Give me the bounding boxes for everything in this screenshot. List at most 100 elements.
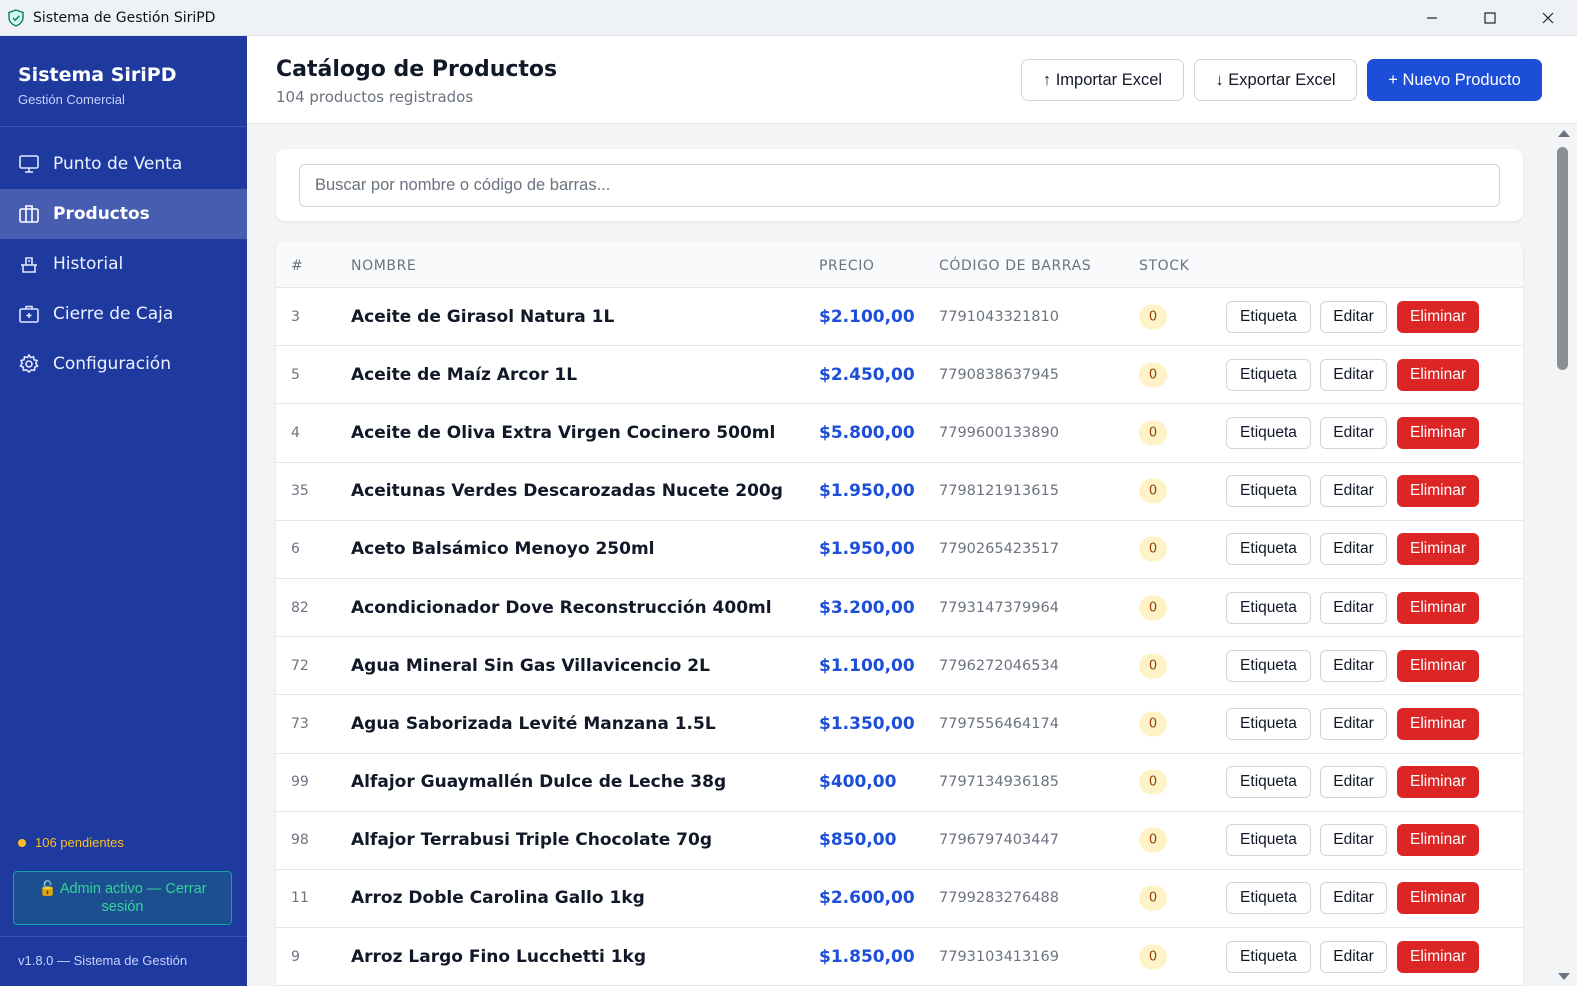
row-barcode: 7790265423517: [939, 541, 1059, 558]
label-button[interactable]: Etiqueta: [1226, 475, 1311, 508]
label-button[interactable]: Etiqueta: [1226, 707, 1311, 740]
scroll-up-icon[interactable]: [1558, 130, 1570, 137]
delete-button[interactable]: Eliminar: [1397, 882, 1479, 915]
delete-button[interactable]: Eliminar: [1397, 300, 1479, 333]
row-id: 3: [291, 308, 300, 325]
label-button[interactable]: Etiqueta: [1226, 591, 1311, 624]
edit-button[interactable]: Editar: [1320, 358, 1387, 391]
edit-button-label: Editar: [1333, 831, 1374, 849]
row-barcode: 7793103413169: [939, 948, 1059, 965]
row-barcode: 7796272046534: [939, 657, 1059, 674]
delete-button[interactable]: Eliminar: [1397, 707, 1479, 740]
delete-button[interactable]: Eliminar: [1397, 824, 1479, 857]
search-input[interactable]: [299, 164, 1500, 207]
row-name: Agua Mineral Sin Gas Villavicencio 2L: [351, 655, 710, 676]
edit-button[interactable]: Editar: [1320, 707, 1387, 740]
column-header-id: #: [291, 258, 304, 274]
label-button[interactable]: Etiqueta: [1226, 940, 1311, 973]
table-row: 98 Alfajor Terrabusi Triple Chocolate 70g…: [276, 812, 1523, 870]
history-icon: [18, 253, 40, 275]
sidebar-item-punto-de-venta[interactable]: Punto de Venta: [0, 139, 247, 189]
export-excel-button[interactable]: ↓ Exportar Excel: [1194, 59, 1357, 101]
sidebar-item-label: Configuración: [53, 354, 171, 374]
delete-button[interactable]: Eliminar: [1397, 940, 1479, 973]
row-barcode: 7799600133890: [939, 424, 1059, 441]
sidebar-item-productos[interactable]: Productos: [0, 189, 247, 239]
monitor-icon: [18, 153, 40, 175]
edit-button[interactable]: Editar: [1320, 475, 1387, 508]
sidebar-item-historial[interactable]: Historial: [0, 239, 247, 289]
column-header-price[interactable]: PRECIO: [819, 258, 875, 274]
column-header-barcode[interactable]: CÓDIGO DE BARRAS: [939, 258, 1091, 274]
delete-button-label: Eliminar: [1410, 482, 1466, 500]
table-row: 4 Aceite de Oliva Extra Virgen Cocinero 5…: [276, 404, 1523, 463]
stock-badge: 0: [1139, 595, 1167, 621]
row-name: Arroz Largo Fino Lucchetti 1kg: [351, 946, 647, 967]
label-button[interactable]: Etiqueta: [1226, 533, 1311, 566]
edit-button-label: Editar: [1333, 307, 1374, 325]
sidebar-item-label: Cierre de Caja: [53, 304, 174, 324]
row-barcode: 7793147379964: [939, 599, 1059, 616]
new-product-button[interactable]: + Nuevo Producto: [1367, 59, 1542, 101]
row-id: 6: [291, 541, 300, 558]
delete-button-label: Eliminar: [1410, 889, 1466, 907]
table-row: 9 Arroz Largo Fino Lucchetti 1kg $1.850,00…: [276, 928, 1523, 986]
vertical-scrollbar[interactable]: [1553, 124, 1577, 986]
row-price: $3.200,00: [819, 597, 915, 618]
edit-button-label: Editar: [1333, 889, 1374, 907]
stock-badge: 0: [1139, 653, 1167, 679]
edit-button[interactable]: Editar: [1320, 416, 1387, 449]
delete-button[interactable]: Eliminar: [1397, 475, 1479, 508]
table-body: 3 Aceite de Girasol Natura 1L $2.100,00 779…: [276, 288, 1523, 986]
maximize-icon[interactable]: [1461, 0, 1519, 36]
logout-button-label: 🔓 Admin activo — Cerrar sesión: [38, 881, 207, 915]
close-icon[interactable]: [1519, 0, 1577, 36]
row-name: Alfajor Terrabusi Triple Chocolate 70g: [351, 830, 713, 851]
delete-button[interactable]: Eliminar: [1397, 416, 1479, 449]
scrollbar-thumb[interactable]: [1557, 147, 1568, 370]
edit-button[interactable]: Editar: [1320, 649, 1387, 682]
stock-badge: 0: [1139, 536, 1167, 562]
column-header-name[interactable]: NOMBRE: [351, 258, 416, 274]
delete-button[interactable]: Eliminar: [1397, 358, 1479, 391]
import-excel-button[interactable]: ↑ Importar Excel: [1021, 59, 1184, 101]
sidebar-item-cierre-de-caja[interactable]: Cierre de Caja: [0, 289, 247, 339]
column-header-stock[interactable]: STOCK: [1139, 258, 1189, 274]
scroll-down-icon[interactable]: [1558, 973, 1570, 980]
logout-button[interactable]: 🔓 Admin activo — Cerrar sesión: [13, 871, 232, 925]
edit-button[interactable]: Editar: [1320, 882, 1387, 915]
delete-button[interactable]: Eliminar: [1397, 766, 1479, 799]
row-price: $1.100,00: [819, 655, 915, 676]
edit-button[interactable]: Editar: [1320, 766, 1387, 799]
label-button[interactable]: Etiqueta: [1226, 416, 1311, 449]
minimize-icon[interactable]: [1403, 0, 1461, 36]
table-row: 3 Aceite de Girasol Natura 1L $2.100,00 779…: [276, 288, 1523, 347]
brand-subtitle: Gestión Comercial: [18, 92, 125, 107]
edit-button[interactable]: Editar: [1320, 591, 1387, 624]
label-button[interactable]: Etiqueta: [1226, 824, 1311, 857]
pending-dot-icon: [18, 838, 26, 847]
label-button[interactable]: Etiqueta: [1226, 882, 1311, 915]
label-button[interactable]: Etiqueta: [1226, 649, 1311, 682]
label-button[interactable]: Etiqueta: [1226, 358, 1311, 391]
shield-icon: [7, 8, 25, 27]
delete-button[interactable]: Eliminar: [1397, 649, 1479, 682]
edit-button[interactable]: Editar: [1320, 940, 1387, 973]
label-button[interactable]: Etiqueta: [1226, 300, 1311, 333]
edit-button[interactable]: Editar: [1320, 533, 1387, 566]
label-button-label: Etiqueta: [1240, 482, 1297, 500]
product-count: 104 productos registrados: [276, 88, 474, 106]
delete-button[interactable]: Eliminar: [1397, 533, 1479, 566]
delete-button[interactable]: Eliminar: [1397, 591, 1479, 624]
row-price: $850,00: [819, 830, 897, 851]
row-price: $1.850,00: [819, 946, 915, 967]
stock-badge: 0: [1139, 711, 1167, 737]
edit-button-label: Editar: [1333, 714, 1374, 732]
edit-button[interactable]: Editar: [1320, 824, 1387, 857]
row-price: $1.950,00: [819, 481, 915, 502]
edit-button[interactable]: Editar: [1320, 300, 1387, 333]
label-button[interactable]: Etiqueta: [1226, 766, 1311, 799]
row-id: 82: [291, 599, 309, 616]
search-card: [276, 149, 1523, 221]
sidebar-item-configuracion[interactable]: Configuración: [0, 339, 247, 389]
